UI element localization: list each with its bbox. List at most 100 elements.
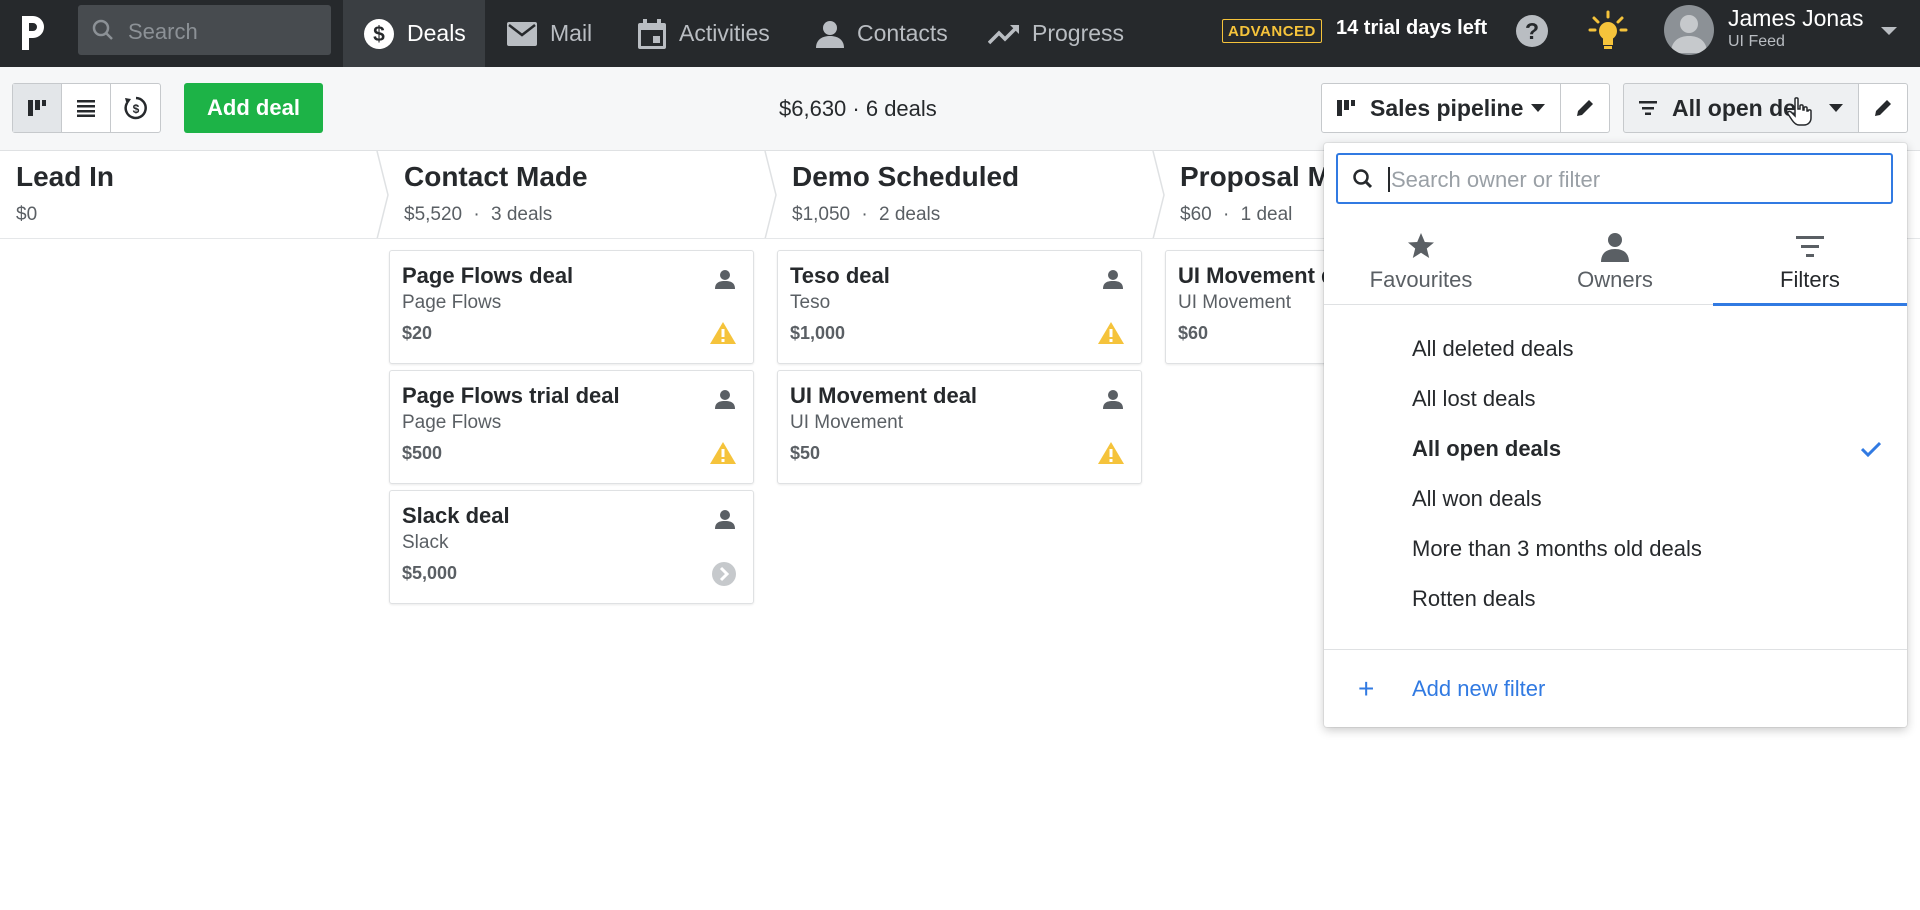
deal-value: $20 xyxy=(402,323,433,343)
owner-person-icon[interactable] xyxy=(715,509,735,529)
add-new-filter-button[interactable]: + Add new filter xyxy=(1358,673,1545,705)
stage-meta: $60 · 1 deal xyxy=(1180,204,1293,225)
tab-label: Owners xyxy=(1577,267,1653,292)
deal-value: $60 xyxy=(1178,323,1209,343)
owner-person-icon[interactable] xyxy=(1103,389,1123,409)
edit-filter-button[interactable] xyxy=(1858,83,1908,133)
deal-title: Page Flows trial deal xyxy=(402,383,620,408)
warning-icon[interactable] xyxy=(709,321,737,345)
stage-title: Contact Made xyxy=(404,161,588,192)
chevron-right-circle-icon[interactable] xyxy=(711,561,737,587)
deal-organization: Teso xyxy=(790,292,831,313)
stage-meta: $1,050 · 2 deals xyxy=(792,204,941,225)
search-placeholder: Search owner or filter xyxy=(1391,167,1601,192)
stage-demo-scheduled: Demo Scheduled $1,050 · 2 deals xyxy=(776,151,1156,239)
owner-filter-search-input[interactable]: Search owner or filter xyxy=(1336,153,1893,204)
deal-value: $5,000 xyxy=(402,563,458,583)
deal-organization: Page Flows xyxy=(402,412,502,433)
person-icon xyxy=(816,20,844,48)
stage-meta: $5,520 · 3 deals xyxy=(404,204,553,225)
forecast-view-button[interactable]: $ xyxy=(111,84,160,132)
plan-badge[interactable]: ADVANCED xyxy=(1222,19,1322,43)
edit-pipeline-button[interactable] xyxy=(1560,83,1610,133)
filter-item[interactable]: All won deals xyxy=(1412,486,1542,512)
pipeline-view-button[interactable] xyxy=(13,84,62,132)
deal-card[interactable]: Teso deal Teso $1,000 xyxy=(777,250,1142,364)
deal-card[interactable]: Page Flows deal Page Flows $20 xyxy=(389,250,754,364)
filter-select[interactable]: All open de xyxy=(1623,83,1859,133)
nav-progress[interactable]: Progress xyxy=(988,0,1124,67)
dollar-icon: $ xyxy=(364,18,394,49)
filter-item[interactable]: More than 3 months old deals xyxy=(1412,536,1702,562)
deal-card[interactable]: Page Flows trial deal Page Flows $500 xyxy=(389,370,754,484)
warning-icon[interactable] xyxy=(709,441,737,465)
deal-organization: UI Movement xyxy=(790,412,903,433)
deal-organization: Page Flows xyxy=(402,292,502,313)
tab-favourites[interactable]: Favourites xyxy=(1324,223,1518,305)
list-view-button[interactable] xyxy=(62,84,111,132)
tab-label: Filters xyxy=(1780,267,1840,292)
nav-activities[interactable]: Activities xyxy=(637,0,770,67)
pipeline-select-label: Sales pipeline xyxy=(1370,94,1524,121)
filter-icon xyxy=(1796,236,1824,257)
filter-icon xyxy=(1639,101,1657,115)
warning-icon[interactable] xyxy=(1097,441,1125,465)
owner-person-icon[interactable] xyxy=(715,269,735,289)
stage-title: Lead In xyxy=(16,161,115,192)
warning-icon[interactable] xyxy=(1097,321,1125,345)
stage-contact-made: Contact Made $5,520 · 3 deals xyxy=(388,151,768,239)
add-deal-button[interactable]: Add deal xyxy=(184,83,323,133)
deal-value: $50 xyxy=(790,443,821,463)
search-icon xyxy=(1353,169,1373,189)
pipedrive-logo[interactable] xyxy=(16,10,52,54)
nav-progress-label: Progress xyxy=(1032,20,1125,46)
stage-value: $1,050 xyxy=(792,204,851,225)
pencil-icon xyxy=(1875,100,1891,116)
global-search-input[interactable]: Search xyxy=(78,5,331,55)
tab-filters[interactable]: Filters xyxy=(1713,223,1907,306)
trial-days-text[interactable]: 14 trial days left xyxy=(1336,17,1487,40)
pencil-icon xyxy=(1577,100,1593,116)
forecast-icon: $ xyxy=(123,96,147,120)
add-filter-label: Add new filter xyxy=(1412,676,1546,701)
filter-item-selected[interactable]: All open deals xyxy=(1412,436,1561,462)
pipeline-view-icon xyxy=(28,100,46,116)
list-view-icon xyxy=(77,100,95,117)
search-icon xyxy=(92,19,113,40)
filter-item[interactable]: All deleted deals xyxy=(1412,336,1573,362)
pipeline-select[interactable]: Sales pipeline xyxy=(1321,83,1561,133)
svg-text:$: $ xyxy=(132,102,139,116)
nav-contacts-label: Contacts xyxy=(857,20,948,46)
lightbulb-icon[interactable] xyxy=(1588,10,1628,52)
nav-deals[interactable]: $ Deals xyxy=(343,0,485,67)
hand-cursor-icon xyxy=(1787,97,1812,126)
chevron-down-icon xyxy=(1531,104,1545,112)
help-icon[interactable]: ? xyxy=(1515,14,1549,48)
nav-contacts[interactable]: Contacts xyxy=(815,0,948,67)
stage-deal-count: 1 deal xyxy=(1240,204,1293,225)
user-company: UI Feed xyxy=(1728,33,1785,50)
chevron-down-icon[interactable] xyxy=(1880,26,1898,36)
star-icon xyxy=(1408,233,1434,258)
deal-title: UI Movement d xyxy=(1178,263,1335,288)
deals-toolbar: $ Add deal $6,630 · 6 deals Sales pipeli… xyxy=(0,67,1920,151)
owner-person-icon[interactable] xyxy=(715,389,735,409)
deal-organization: Slack xyxy=(402,532,449,553)
nav-deals-label: Deals xyxy=(407,20,466,46)
deal-card[interactable]: Slack deal Slack $5,000 xyxy=(389,490,754,604)
owner-person-icon[interactable] xyxy=(1103,269,1123,289)
user-name[interactable]: James Jonas xyxy=(1728,5,1864,32)
filter-item[interactable]: All lost deals xyxy=(1412,386,1536,412)
nav-mail[interactable]: Mail xyxy=(506,0,592,67)
filter-item[interactable]: Rotten deals xyxy=(1412,586,1536,612)
filter-dropdown: Search owner or filter Favourites Owners… xyxy=(1324,143,1907,727)
deal-card[interactable]: UI Movement deal UI Movement $50 xyxy=(777,370,1142,484)
tab-owners[interactable]: Owners xyxy=(1518,223,1712,305)
avatar[interactable] xyxy=(1664,5,1714,55)
stage-deal-count: 2 deals xyxy=(879,204,941,225)
stage-title: Demo Scheduled xyxy=(792,161,1020,192)
chevron-down-icon xyxy=(1829,104,1843,112)
nav-activities-label: Activities xyxy=(679,20,770,46)
calendar-icon xyxy=(638,18,666,49)
avatar-person-icon xyxy=(1671,15,1707,53)
